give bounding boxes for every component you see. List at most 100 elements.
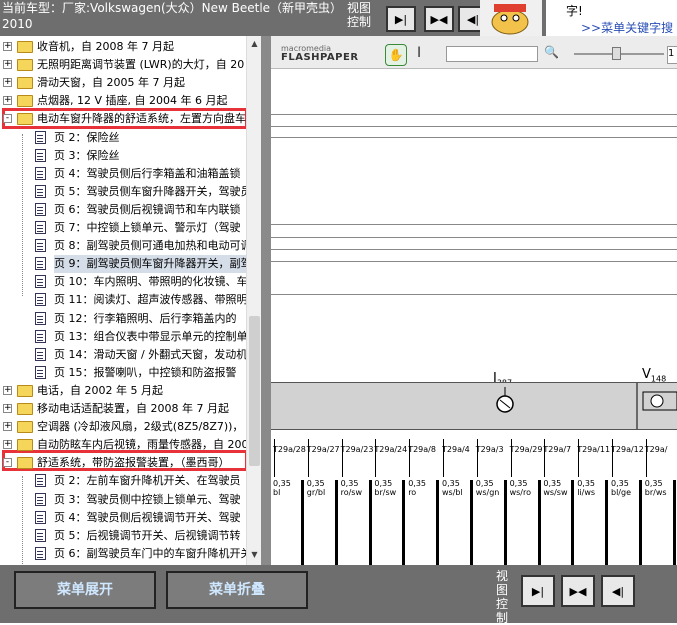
tree-folder[interactable]: +空调器 (冷却液风扇，2级式(8Z5/8Z7))， — [0, 418, 258, 436]
tree-page[interactable]: 页 3：驾驶员侧中控锁上锁单元、驾驶 — [0, 491, 258, 509]
folder-icon — [17, 113, 33, 125]
tree-folder[interactable]: -舒适系统，带防盗报警装置，（墨西哥） — [0, 454, 258, 472]
tree-folder-label: 滑动天窗，自 2005 年 7 月起 — [37, 74, 185, 92]
tree-page[interactable]: 页 8：副驾驶员侧可通电加热和电动可调 — [0, 237, 258, 255]
connector-pin-label: T29a/29 — [510, 445, 543, 454]
tree-folder[interactable]: +点烟器, 12 V 插座, 自 2004 年 6 月起 — [0, 92, 258, 110]
wire-line — [301, 480, 304, 565]
expand-icon[interactable]: + — [3, 42, 12, 51]
tree-page[interactable]: 页 2：保险丝 — [0, 129, 258, 147]
view-split-button[interactable]: ▶◀ — [561, 575, 595, 607]
tree-page[interactable]: 页 12：行李箱照明、后行李箱盖内的 — [0, 310, 258, 328]
wire-label: 0,35ws/ro — [510, 479, 531, 497]
tree-scrollbar[interactable]: ▲ ▼ — [246, 36, 261, 565]
collapse-icon[interactable]: - — [3, 458, 12, 467]
connector-pin-label: T29a/27 — [307, 445, 340, 454]
wire-line — [436, 480, 439, 565]
page-icon — [35, 511, 46, 524]
view-split-button[interactable]: ▶◀ — [424, 6, 454, 32]
folder-icon — [17, 77, 33, 89]
folder-icon — [17, 385, 33, 397]
page-icon — [35, 547, 46, 560]
wire-label: 0,35ws/sw — [543, 479, 567, 497]
tree-page-label: 页 4：驾驶员侧后视镜调节开关、驾驶 — [54, 509, 241, 527]
tree-folder[interactable]: + 收音机，自 2008 年 7 月起 — [0, 38, 258, 56]
tree-page[interactable]: 页 15：报警喇叭，中控锁和防盗报警 — [0, 364, 258, 382]
tree-page[interactable]: 页 2：左前车窗升降机开关、在驾驶员 — [0, 472, 258, 490]
tree-folder[interactable]: +电话，自 2002 年 5 月起 — [0, 382, 258, 400]
wire-line — [335, 480, 338, 565]
menu-tree: + 收音机，自 2008 年 7 月起+无照明距离调节装置 (LWR)的大灯，自 … — [0, 36, 261, 565]
wire-line — [571, 480, 574, 565]
scroll-up-icon[interactable]: ▲ — [249, 38, 260, 50]
zoom-field[interactable]: 1 — [667, 46, 677, 64]
tree-page-label: 页 10：车内照明、带照明的化妆镜、车 — [54, 273, 248, 291]
tree-folder[interactable]: -电动车窗升降器的舒适系统，左置方向盘车 — [0, 110, 258, 128]
folder-icon — [17, 403, 33, 415]
page-icon — [35, 330, 46, 343]
expand-icon[interactable]: + — [3, 60, 12, 69]
pane-divider[interactable] — [261, 36, 271, 565]
tree-page-label: 页 6：驾驶员侧后视镜调节和车内联锁 — [54, 201, 241, 219]
tree-page[interactable]: 页 3：保险丝 — [0, 147, 258, 165]
wire-label: 0,35gr/bl — [307, 479, 325, 497]
collapse-icon[interactable]: - — [3, 114, 12, 123]
tree-page[interactable]: 页 6：驾驶员侧后视镜调节和车内联锁 — [0, 201, 258, 219]
connector-pin-label: T29a/4 — [442, 445, 470, 454]
wire-label: 0,35ws/gn — [476, 479, 500, 497]
expand-icon[interactable]: + — [3, 78, 12, 87]
tree-folder[interactable]: + 滑动天窗，自 2005 年 7 月起 — [0, 74, 258, 92]
view-right-button[interactable]: ▶| — [521, 575, 555, 607]
tree-folder[interactable]: +移动电话适配装置，自 2008 年 7 月起 — [0, 400, 258, 418]
expand-icon[interactable]: + — [3, 422, 12, 431]
tree-page[interactable]: 页 14：滑动天窗 / 外翻式天窗，发动机 — [0, 346, 258, 364]
tree-page[interactable]: 页 9：副驾驶员侧车窗升降器开关，副驾 — [0, 255, 258, 273]
menu-keyword-search-link[interactable]: >>菜单关键字搜 — [581, 19, 673, 36]
wire-label: 0,35br/ws — [645, 479, 667, 497]
tree-page[interactable]: 页 13：组合仪表中带显示单元的控制单 — [0, 328, 258, 346]
menu-expand-button[interactable]: 菜单展开 — [14, 571, 156, 609]
search-icon[interactable]: 🔍 — [544, 45, 559, 59]
view-right-button[interactable]: ▶| — [386, 6, 416, 32]
scroll-thumb[interactable] — [249, 316, 260, 466]
tree-page[interactable]: 页 10：车内照明、带照明的化妆镜、车 — [0, 273, 258, 291]
folder-icon — [17, 421, 33, 433]
text-select-icon[interactable]: I — [417, 45, 421, 61]
tree-page-label: 页 9：副驾驶员侧车窗升降器开关，副驾 — [54, 255, 252, 273]
page-icon — [35, 167, 46, 180]
tree-folder[interactable]: +无照明距离调节装置 (LWR)的大灯，自 20 — [0, 56, 258, 74]
tree-page[interactable]: 页 5：驾驶员侧车窗升降器开关，驾驶员 — [0, 183, 258, 201]
menu-collapse-button[interactable]: 菜单折叠 — [166, 571, 308, 609]
tree-page[interactable]: 页 7：中控锁上锁单元、警示灯（驾驶 — [0, 219, 258, 237]
zoom-slider-knob[interactable] — [612, 47, 621, 60]
flashpaper-viewer: macromedia FLASHPAPER ✋ I 🔍 1 J387 V148 — [271, 36, 677, 565]
tree-folder[interactable]: +自动防眩车内后视镜，雨量传感器，自 200 — [0, 436, 258, 454]
page-icon — [35, 239, 46, 252]
page-icon — [35, 275, 46, 288]
find-input[interactable] — [446, 46, 538, 62]
hand-tool-icon[interactable]: ✋ — [385, 44, 407, 66]
tree-page-label: 页 13：组合仪表中带显示单元的控制单 — [54, 328, 248, 346]
wire-label: 0,35bl — [273, 479, 291, 497]
scroll-down-icon[interactable]: ▼ — [249, 549, 260, 561]
tree-page-label: 页 6：副驾驶员车门中的车窗升降机开关 — [54, 545, 252, 563]
tree-page[interactable]: 页 4：驾驶员侧后行李箱盖和油箱盖锁 — [0, 165, 258, 183]
view-left-button[interactable]: ◀| — [601, 575, 635, 607]
tree-page-label: 页 2：左前车窗升降机开关、在驾驶员 — [54, 472, 241, 490]
connector-pin-label: T29a/28 — [273, 445, 306, 454]
tree-page[interactable]: 页 6：副驾驶员车门中的车窗升降机开关 — [0, 545, 258, 563]
connector-pin-label: T29a/7 — [543, 445, 571, 454]
tree-page[interactable]: 页 11：阅读灯、超声波传感器、带照明 — [0, 291, 258, 309]
expand-icon[interactable]: + — [3, 96, 12, 105]
expand-icon[interactable]: + — [3, 386, 12, 395]
expand-icon[interactable]: + — [3, 404, 12, 413]
car-model-text: 当前车型：厂家:Volkswagen(大众）New Beetle（新甲壳虫）20… — [0, 0, 347, 32]
expand-icon[interactable]: + — [3, 440, 12, 449]
search-hint: 字! >>菜单关键字搜 — [546, 0, 677, 36]
tree-page[interactable]: 页 5：后视镜调节开关、后视镜调节转 — [0, 527, 258, 545]
wire-line — [504, 480, 507, 565]
tree-page-label: 页 3：驾驶员侧中控锁上锁单元、驾驶 — [54, 491, 241, 509]
tree-page[interactable]: 页 4：驾驶员侧后视镜调节开关、驾驶 — [0, 509, 258, 527]
tree-folder-label: 收音机，自 2008 年 7 月起 — [37, 38, 174, 56]
wire-label: 0,35li/ws — [577, 479, 595, 497]
